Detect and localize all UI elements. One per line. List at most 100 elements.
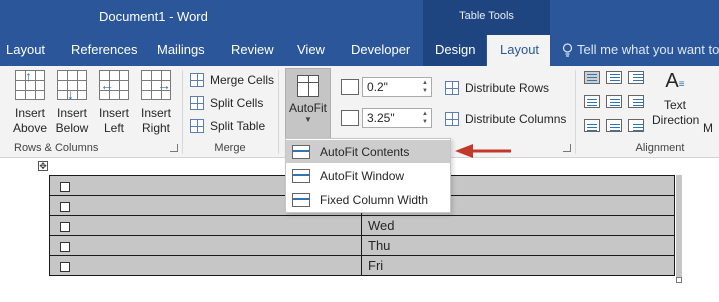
tab-layout[interactable]: Layout (6, 42, 45, 57)
cell-size-dialog-launcher-icon[interactable] (563, 144, 571, 152)
tab-references[interactable]: References (71, 42, 137, 57)
row-height-value: 0.2" (367, 80, 388, 94)
tab-design[interactable]: Design (435, 42, 475, 57)
group-separator (278, 70, 279, 154)
distribute-rows-label: Distribute Rows (465, 81, 550, 95)
insert-right-icon: → (141, 70, 171, 100)
autofit-label: AutoFit (288, 101, 327, 115)
red-arrow-icon (455, 144, 511, 158)
table-tools-context-label: Table Tools (423, 0, 550, 35)
merge-group-label: Merge (214, 142, 246, 154)
table-row[interactable]: Fri (49, 255, 675, 276)
column-width-icon (341, 110, 359, 126)
column-width-input[interactable]: 3.25" ▲ ▼ (362, 108, 432, 128)
merge-cells-label: Merge Cells (210, 73, 275, 87)
align-center-icon[interactable] (606, 95, 622, 108)
spin-arrows-icon[interactable]: ▲ ▼ (422, 110, 428, 126)
tab-view[interactable]: View (297, 42, 325, 57)
insert-above-icon: ↑ (15, 69, 45, 100)
group-separator (182, 70, 183, 154)
column-width-value: 3.25" (367, 111, 395, 125)
group-separator (575, 70, 576, 154)
checkbox-icon[interactable] (60, 261, 70, 272)
align-center-left-icon[interactable] (584, 95, 600, 108)
distribute-columns-label: Distribute Columns (465, 112, 567, 126)
align-bottom-left-icon[interactable] (584, 119, 600, 132)
insert-above-button[interactable]: ↑ Insert Above (10, 69, 50, 136)
insert-below-label: Insert Below (55, 106, 89, 135)
table-cell[interactable]: Thu (361, 235, 675, 256)
autofit-button[interactable]: AutoFit ▼ (285, 68, 331, 140)
insert-left-icon: ← (99, 70, 129, 100)
rows-columns-group-label: Rows & Columns (14, 142, 99, 154)
table-cell[interactable] (49, 255, 362, 276)
table-cell[interactable]: Fri (361, 255, 675, 276)
distribute-rows-button[interactable]: Distribute Rows (445, 78, 549, 98)
checkbox-icon[interactable] (60, 221, 70, 232)
align-top-center-icon[interactable] (606, 71, 622, 84)
autofit-window-menu-item[interactable]: AutoFit Window (286, 164, 450, 187)
autofit-icon (297, 75, 319, 97)
document-title: Document1 - Word (99, 9, 208, 24)
align-center-right-icon[interactable] (628, 95, 644, 108)
split-table-button[interactable]: Split Table (190, 116, 265, 136)
align-top-right-icon[interactable] (628, 71, 644, 84)
merge-cells-button[interactable]: Merge Cells (190, 70, 274, 90)
checkbox-icon[interactable] (60, 201, 70, 212)
insert-right-button[interactable]: → Insert Right (136, 70, 176, 136)
cell-margins-partial-label[interactable]: M (703, 121, 713, 135)
text-direction-button[interactable]: A≡ Text Direction (652, 70, 700, 128)
alignment-group-label: Alignment (635, 142, 685, 154)
align-top-left-icon[interactable] (584, 71, 600, 84)
split-cells-button[interactable]: Split Cells (190, 93, 263, 113)
table-row[interactable]: Thu (49, 235, 675, 256)
tab-mailings[interactable]: Mailings (157, 42, 205, 57)
table-cell[interactable] (49, 235, 362, 256)
tab-review[interactable]: Review (231, 42, 274, 57)
insert-below-icon: ↓ (57, 70, 87, 101)
lightbulb-icon (562, 42, 573, 57)
autofit-contents-menu-item[interactable]: AutoFit Contents (286, 140, 450, 163)
fixed-column-width-menu-item[interactable]: Fixed Column Width (286, 188, 450, 211)
tell-me-text: Tell me what you want to (577, 42, 719, 57)
text-direction-label: Text Direction (652, 98, 700, 127)
row-height-input[interactable]: 0.2" ▲ ▼ (362, 77, 432, 97)
checkbox-icon[interactable] (60, 241, 70, 252)
autofit-dropdown-menu: AutoFit Contents AutoFit Window Fixed Co… (285, 138, 451, 213)
split-cells-label: Split Cells (210, 96, 264, 110)
row-height-icon (341, 79, 359, 95)
fixed-column-width-label: Fixed Column Width (320, 192, 429, 207)
autofit-contents-label: AutoFit Contents (320, 144, 410, 159)
title-bar: Document1 - Word Table Tools (0, 0, 719, 35)
distribute-columns-button[interactable]: Distribute Columns (445, 109, 566, 129)
merge-cells-icon (190, 73, 204, 87)
table-move-handle-icon[interactable]: ✥ (38, 161, 48, 171)
table-cell[interactable]: Wed (361, 215, 675, 236)
text-direction-icon: A≡ (665, 70, 685, 92)
insert-left-button[interactable]: ← Insert Left (94, 70, 134, 136)
split-table-label: Split Table (210, 119, 266, 133)
table-cell[interactable] (49, 215, 362, 236)
align-bottom-right-icon[interactable] (628, 119, 644, 132)
table-row[interactable]: Wed (49, 215, 675, 236)
autofit-window-label: AutoFit Window (320, 168, 405, 183)
checkbox-icon[interactable] (60, 181, 70, 192)
distribute-columns-icon (445, 112, 459, 126)
autofit-contents-icon (292, 144, 310, 159)
tell-me-search[interactable]: Tell me what you want to (562, 42, 719, 57)
fixed-column-width-icon (292, 192, 310, 207)
spin-arrows-icon[interactable]: ▲ ▼ (422, 79, 428, 95)
chevron-down-icon: ▼ (304, 115, 312, 124)
table-resize-handle[interactable] (676, 277, 682, 283)
insert-above-label: Insert Above (12, 106, 48, 135)
align-bottom-center-icon[interactable] (606, 119, 622, 132)
tab-developer[interactable]: Developer (351, 42, 410, 57)
tab-table-layout[interactable]: Layout (500, 42, 539, 57)
rows-columns-dialog-launcher-icon[interactable] (170, 144, 178, 152)
distribute-rows-icon (445, 81, 459, 95)
insert-right-label: Insert Right (140, 106, 171, 135)
split-table-icon (190, 119, 204, 133)
autofit-window-icon (292, 168, 310, 183)
ribbon-tab-bar: Layout References Mailings Review View D… (0, 35, 719, 66)
insert-below-button[interactable]: ↓ Insert Below (52, 70, 92, 136)
